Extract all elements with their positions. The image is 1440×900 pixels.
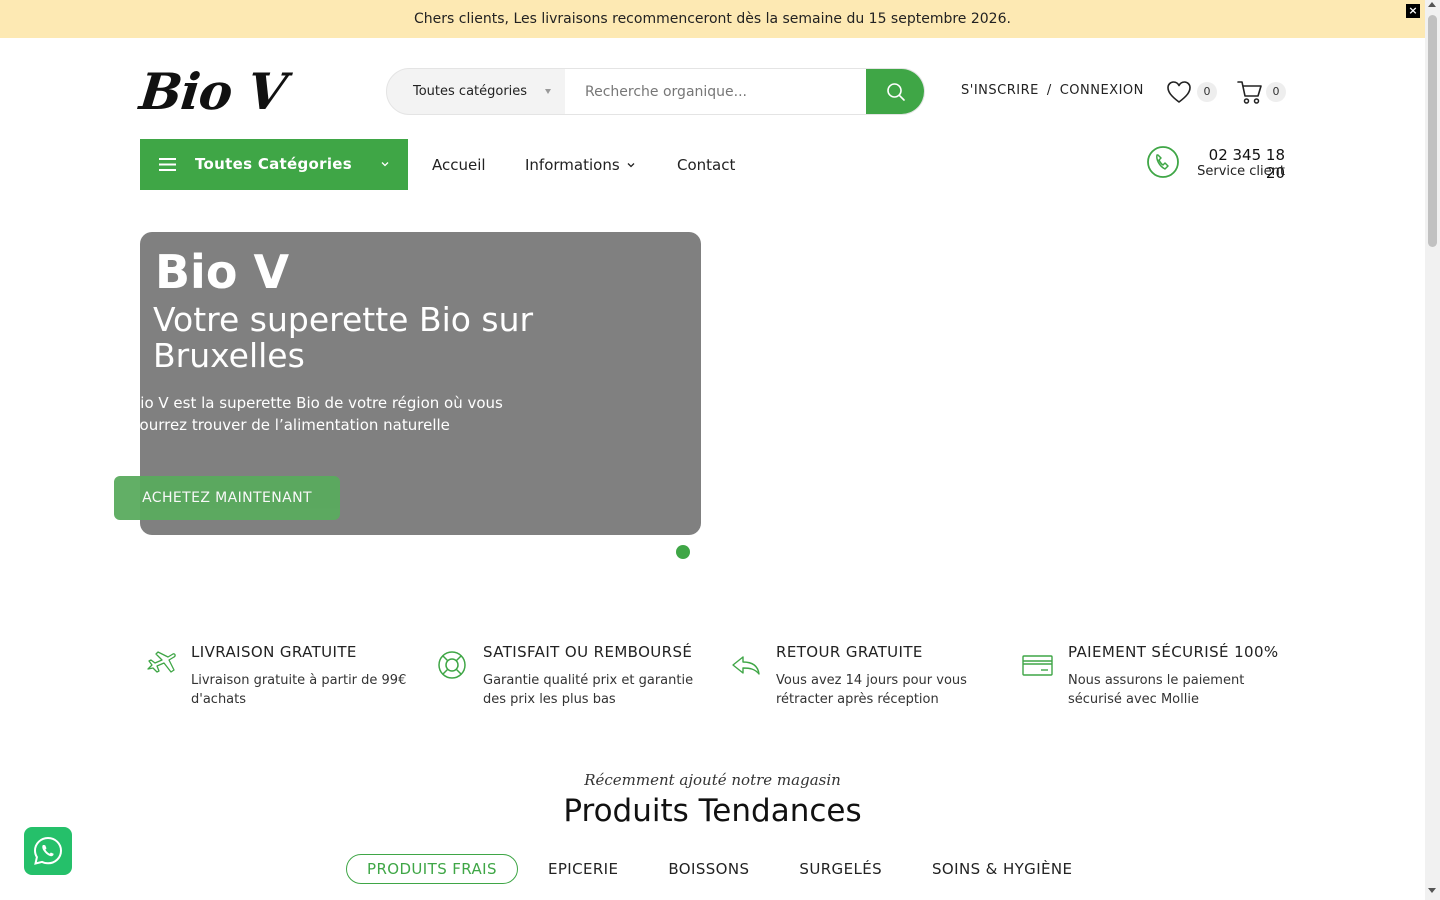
search-category-select[interactable]: Toutes catégories — [387, 69, 565, 114]
tab-soins-hygiene[interactable]: SOINS & HYGIÈNE — [912, 854, 1092, 884]
lifebuoy-icon — [438, 651, 466, 679]
search-category-label: Toutes catégories — [413, 84, 528, 99]
support-label: Service client — [1197, 164, 1285, 179]
heart-icon[interactable] — [1165, 78, 1193, 106]
cart-icon[interactable] — [1236, 78, 1264, 106]
feature-title: RETOUR GRATUITE — [776, 643, 923, 661]
search-bar: Toutes catégories — [386, 68, 925, 115]
tab-boissons[interactable]: BOISSONS — [648, 854, 769, 884]
scroll-down-arrow-icon[interactable] — [1428, 888, 1436, 893]
hero-description: Bio V est la superette Bio de votre régi… — [130, 394, 503, 434]
feature-text: Garantie qualité prix et garantie des pr… — [483, 673, 694, 707]
feature-title: SATISFAIT OU REMBOURSÉ — [483, 643, 693, 661]
menu-icon — [159, 158, 176, 171]
feature-title: PAIEMENT SÉCURISÉ 100% — [1068, 643, 1279, 661]
section-title: Produits Tendances — [563, 793, 862, 829]
announcement-bar: Chers clients, Les livraisons recommence… — [0, 0, 1425, 38]
hero-title: Bio V — [155, 245, 290, 299]
product-tabs: PRODUITS FRAIS EPICERIE BOISSONS SURGELÉ… — [346, 854, 1102, 884]
credit-card-icon — [1022, 655, 1053, 676]
scroll-up-arrow-icon[interactable] — [1428, 2, 1436, 7]
nav-item-contact[interactable]: Contact — [677, 156, 735, 174]
wishlist-count-badge: 0 — [1197, 82, 1217, 102]
announcement-text: Chers clients, Les livraisons recommence… — [414, 11, 1011, 27]
login-link[interactable]: CONNEXION — [1060, 83, 1144, 98]
shop-now-button[interactable]: ACHETEZ MAINTENANT — [114, 476, 340, 520]
all-categories-button[interactable]: Toutes Catégories — [140, 139, 408, 190]
feature-title: LIVRAISON GRATUITE — [191, 643, 357, 661]
search-button[interactable] — [866, 69, 924, 114]
chevron-down-icon — [381, 162, 389, 167]
account-links: S'INSCRIRE / CONNEXION — [961, 83, 1144, 98]
whatsapp-icon — [33, 836, 63, 865]
search-input[interactable] — [565, 69, 866, 114]
tab-epicerie[interactable]: EPICERIE — [528, 854, 638, 884]
section-kicker: Récemment ajouté notre magasin — [584, 771, 841, 789]
all-categories-label: Toutes Catégories — [195, 155, 352, 173]
feature-text: Vous avez 14 jours pour vous rétracter a… — [776, 673, 967, 707]
tab-surgeles[interactable]: SURGELÉS — [779, 854, 902, 884]
chevron-down-icon — [545, 89, 551, 94]
plane-icon — [147, 651, 176, 673]
tab-produits-frais[interactable]: PRODUITS FRAIS — [346, 854, 518, 884]
account-separator: / — [1046, 83, 1052, 98]
nav-item-label: Informations — [525, 156, 620, 174]
register-link[interactable]: S'INSCRIRE — [961, 83, 1039, 98]
close-icon[interactable]: × — [1406, 4, 1420, 18]
whatsapp-button[interactable] — [24, 827, 72, 875]
feature-text: Nous assurons le paiement sécurisé avec … — [1068, 673, 1245, 707]
cart-count-badge: 0 — [1266, 82, 1286, 102]
hero-subtitle: Votre superette Bio sur Bruxelles — [153, 300, 534, 375]
page-scrollbar[interactable] — [1425, 0, 1440, 900]
feature-text: Livraison gratuite à partir de 99€ d'ach… — [191, 673, 407, 707]
site-logo[interactable]: Bio V — [137, 62, 289, 121]
reply-icon — [732, 656, 760, 675]
chevron-down-icon — [627, 163, 635, 168]
scrollbar-thumb[interactable] — [1428, 15, 1437, 247]
search-icon — [886, 82, 905, 101]
nav-item-accueil[interactable]: Accueil — [432, 156, 486, 174]
nav-item-informations[interactable]: Informations — [525, 156, 636, 174]
slider-dot[interactable] — [676, 545, 690, 559]
